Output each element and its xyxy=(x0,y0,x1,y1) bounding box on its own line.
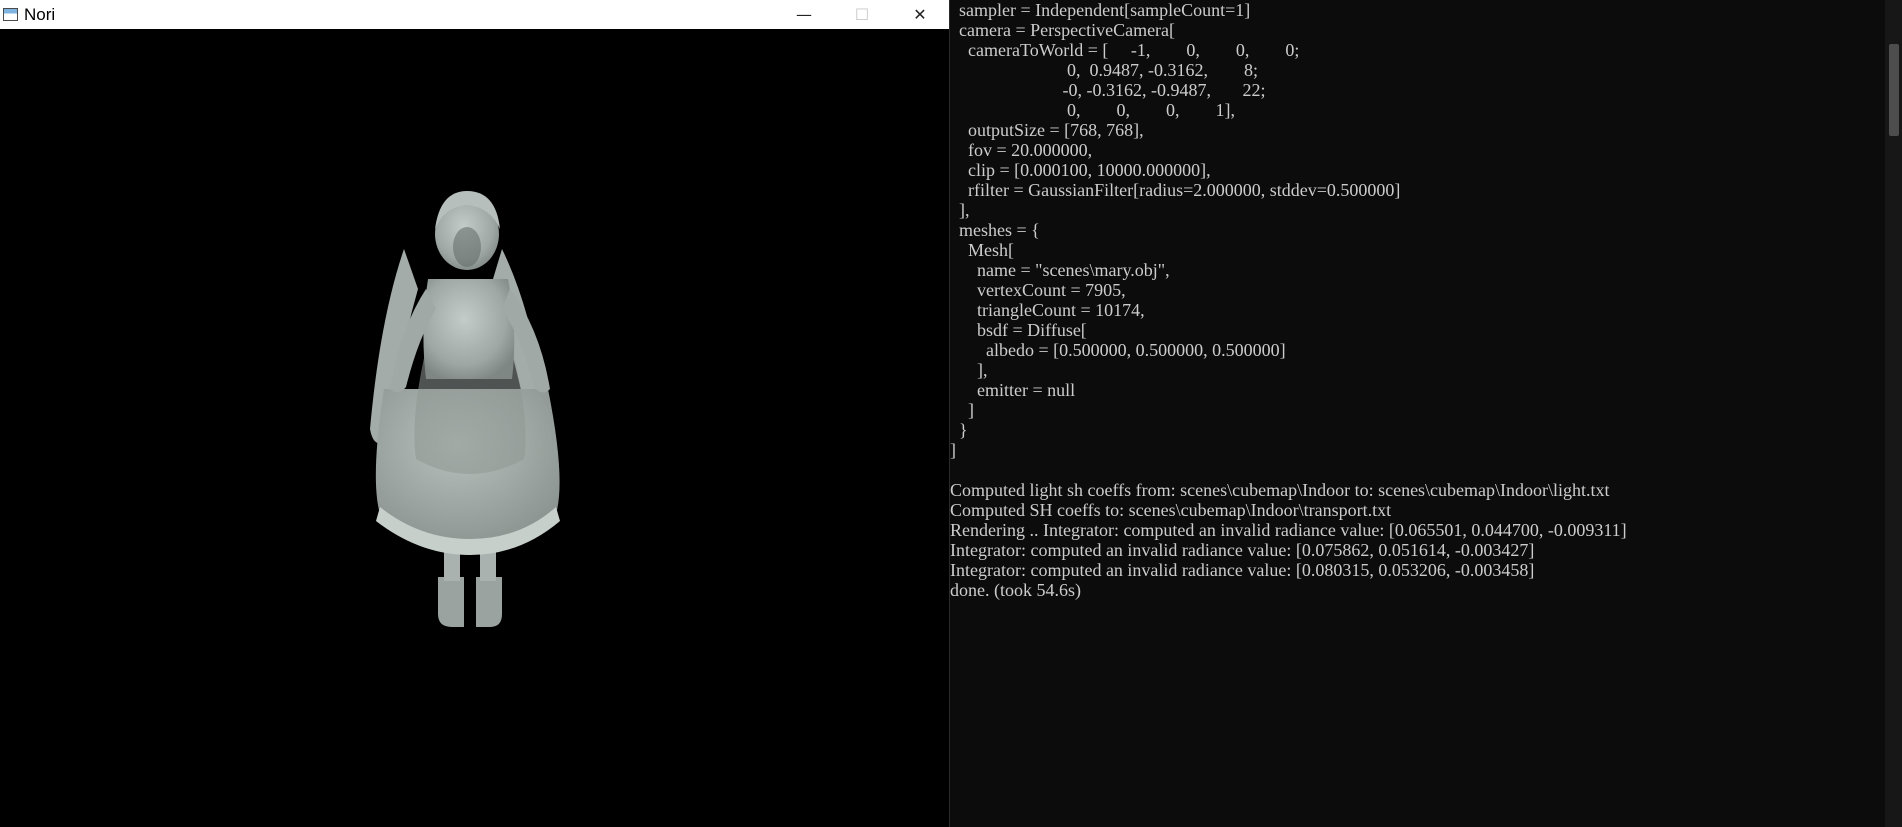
title-bar[interactable]: Nori — ☐ ✕ xyxy=(0,0,949,29)
scrollbar-thumb[interactable] xyxy=(1889,44,1899,136)
console-line: albedo = [0.500000, 0.500000, 0.500000] xyxy=(950,340,1286,360)
torso xyxy=(423,279,515,379)
console-line: Rendering .. Integrator: computed an inv… xyxy=(950,520,1627,540)
console-line: Integrator: computed an invalid radiance… xyxy=(950,560,1535,580)
console-line: clip = [0.000100, 10000.000000], xyxy=(950,160,1211,180)
left-boot xyxy=(438,577,464,627)
maximize-button[interactable]: ☐ xyxy=(833,0,891,29)
console-scrollbar[interactable] xyxy=(1885,0,1902,827)
maximize-icon: ☐ xyxy=(854,5,870,24)
window-controls: — ☐ ✕ xyxy=(775,0,949,29)
console-line: done. (took 54.6s) xyxy=(950,580,1081,600)
console-line: bsdf = Diffuse[ xyxy=(950,320,1087,340)
console-line: camera = PerspectiveCamera[ xyxy=(950,20,1176,40)
console-line: vertexCount = 7905, xyxy=(950,280,1126,300)
console-line: triangleCount = 10174, xyxy=(950,300,1145,320)
close-icon: ✕ xyxy=(913,5,927,24)
console-line: sampler = Independent[sampleCount=1] xyxy=(950,0,1251,20)
console-line: ], xyxy=(950,360,988,380)
console-line: name = "scenes\mary.obj", xyxy=(950,260,1170,280)
minimize-button[interactable]: — xyxy=(775,0,833,29)
render-viewport[interactable] xyxy=(0,29,949,827)
console-line: Integrator: computed an invalid radiance… xyxy=(950,540,1535,560)
minimize-icon: — xyxy=(796,5,812,24)
console-line: 0, 0.9487, -0.3162, 8; xyxy=(950,60,1258,80)
console-line: ] xyxy=(950,400,974,420)
nori-window: Nori — ☐ ✕ xyxy=(0,0,949,827)
console-line: emitter = null xyxy=(950,380,1076,400)
console-line: cameraToWorld = [ -1, 0, 0, 0; xyxy=(950,40,1300,60)
console-line: outputSize = [768, 768], xyxy=(950,120,1144,140)
window-icon xyxy=(3,8,18,21)
face-shadow xyxy=(453,227,481,267)
console-line: ], xyxy=(950,200,970,220)
console-line: 0, 0, 0, 1], xyxy=(950,100,1235,120)
console-line: meshes = { xyxy=(950,220,1040,240)
console-line: Mesh[ xyxy=(950,240,1014,260)
console-line: rfilter = GaussianFilter[radius=2.000000… xyxy=(950,180,1401,200)
console-output: sampler = Independent[sampleCount=1] cam… xyxy=(950,0,1627,600)
console-line: Computed SH coeffs to: scenes\cubemap\In… xyxy=(950,500,1392,520)
window-title: Nori xyxy=(24,4,56,24)
close-button[interactable]: ✕ xyxy=(891,0,949,29)
console-line: fov = 20.000000, xyxy=(950,140,1093,160)
console-line: } xyxy=(950,420,968,440)
rendered-figure xyxy=(370,191,560,627)
console-line: -0, -0.3162, -0.9487, 22; xyxy=(950,80,1266,100)
right-boot xyxy=(476,577,502,627)
console-window[interactable]: sampler = Independent[sampleCount=1] cam… xyxy=(949,0,1902,827)
console-line: ] xyxy=(950,440,956,460)
console-line: Computed light sh coeffs from: scenes\cu… xyxy=(950,480,1610,500)
